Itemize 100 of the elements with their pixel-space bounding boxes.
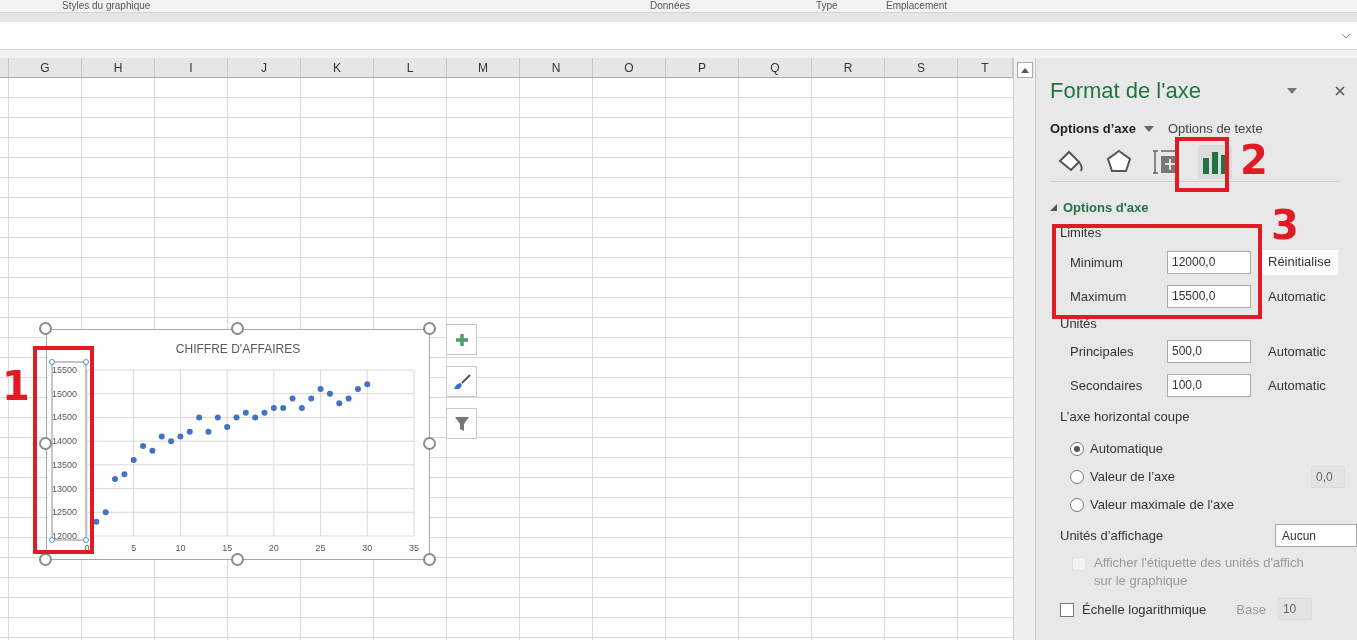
data-point xyxy=(205,428,212,435)
data-point xyxy=(345,395,352,402)
select-field[interactable]: Aucun xyxy=(1275,523,1357,547)
column-header[interactable]: S xyxy=(885,58,958,77)
selection-handle[interactable] xyxy=(49,537,55,543)
column-header[interactable]: K xyxy=(301,58,374,77)
axis-tick-label: 10 xyxy=(175,543,186,553)
data-point xyxy=(186,428,193,435)
pane-tab[interactable]: Options de texte xyxy=(1167,121,1263,136)
radio-button[interactable] xyxy=(1070,497,1084,512)
axis-tick-label: 20 xyxy=(268,543,279,553)
ribbon-group-label: Données xyxy=(650,0,691,11)
data-point xyxy=(177,433,184,440)
radio-label: Automatique xyxy=(1090,441,1163,456)
auto-label: Automatic xyxy=(1268,377,1326,393)
data-point xyxy=(130,457,137,464)
chart-filter-button[interactable] xyxy=(446,408,477,439)
add-element-button[interactable] xyxy=(446,324,477,355)
number-field[interactable]: 100,0 xyxy=(1167,373,1251,397)
axis-tick-label: 25 xyxy=(315,543,326,553)
field-label: Secondaires xyxy=(1070,377,1144,393)
column-header[interactable]: N xyxy=(520,58,593,77)
field-label: Base xyxy=(1236,601,1266,617)
column-header[interactable]: R xyxy=(812,58,885,77)
data-point xyxy=(242,409,249,416)
data-point xyxy=(112,476,119,483)
field-label: Minimum xyxy=(1070,254,1124,270)
callout-number: 2 xyxy=(1240,140,1268,180)
group-label: Limites xyxy=(1060,225,1103,240)
column-header[interactable]: L xyxy=(374,58,447,77)
data-point xyxy=(354,385,361,392)
scroll-up-button[interactable] xyxy=(1016,62,1033,78)
radio-label: Valeur maximale de l'axe xyxy=(1090,497,1234,512)
data-point xyxy=(168,438,175,445)
column-header[interactable]: J xyxy=(228,58,301,77)
axis-tick-label: 13500 xyxy=(51,459,77,470)
ribbon-group-label: Type xyxy=(816,0,838,11)
column-header[interactable]: G xyxy=(9,58,82,77)
selection-handle[interactable] xyxy=(49,359,55,365)
data-point xyxy=(158,433,165,440)
radio-button[interactable] xyxy=(1070,469,1084,484)
column-header[interactable]: M xyxy=(447,58,520,77)
data-point xyxy=(233,414,240,421)
section-title: Options d'axe xyxy=(1063,200,1149,215)
data-point xyxy=(121,471,128,478)
caret-down-icon[interactable] xyxy=(1287,88,1297,94)
data-point xyxy=(93,518,100,525)
radio-button[interactable] xyxy=(1070,441,1084,456)
axis-tick-label: 15000 xyxy=(51,388,77,399)
number-field[interactable]: 0,0 xyxy=(1311,465,1345,488)
bar-chart-icon xyxy=(1202,149,1228,174)
group-label: Unités xyxy=(1060,316,1098,331)
group-label: L’axe horizontal coupe xyxy=(1060,409,1191,424)
paintbrush-icon xyxy=(452,373,471,390)
column-header[interactable]: I xyxy=(155,58,228,77)
resize-handle[interactable] xyxy=(423,553,436,566)
axis-tick-label: 14500 xyxy=(51,412,77,423)
data-point xyxy=(261,409,268,416)
data-point xyxy=(252,414,259,421)
triangle-up-icon xyxy=(1020,67,1029,73)
vertical-scrollbar[interactable] xyxy=(1013,58,1035,640)
checkbox-label: Afficher l'étiquette des unités d'affich sur le graphique xyxy=(1094,555,1304,588)
field-label: Principales xyxy=(1070,343,1135,359)
axis-tick-label: 12000 xyxy=(51,531,77,541)
pane-tab[interactable]: Options d’axe xyxy=(1050,121,1136,136)
auto-label: Automatic xyxy=(1268,343,1326,359)
caret-down-icon[interactable] xyxy=(1143,125,1154,132)
data-point xyxy=(224,423,231,430)
data-point xyxy=(308,395,315,402)
data-point xyxy=(280,404,287,411)
highlight-frame xyxy=(1175,137,1229,192)
resize-handle[interactable] xyxy=(423,322,436,335)
axis-tick-label: 30 xyxy=(362,543,373,553)
data-point xyxy=(140,442,147,449)
close-icon[interactable] xyxy=(1335,86,1345,96)
axis-tick-label: 15500 xyxy=(51,365,77,375)
column-header[interactable]: H xyxy=(82,58,155,77)
data-point xyxy=(270,404,277,411)
selection-handle[interactable] xyxy=(83,537,89,543)
axis-selection-frame[interactable] xyxy=(51,361,87,541)
chevron-down-icon[interactable] xyxy=(1341,32,1351,39)
chart-styles-button[interactable] xyxy=(446,366,477,397)
data-point xyxy=(149,447,156,454)
expand-triangle-icon xyxy=(1050,204,1057,211)
callout-number: 3 xyxy=(1271,205,1299,245)
filter-icon xyxy=(453,415,470,432)
reset-button[interactable]: Réinitialise xyxy=(1261,249,1338,275)
resize-handle[interactable] xyxy=(39,322,52,335)
column-header[interactable]: P xyxy=(666,58,739,77)
number-field[interactable]: 12000,0 xyxy=(1167,250,1251,274)
ribbon-group-label: Emplacement xyxy=(886,0,948,11)
column-header[interactable]: Q xyxy=(739,58,812,77)
data-point xyxy=(298,404,305,411)
number-field[interactable]: 500,0 xyxy=(1167,339,1251,363)
number-field[interactable]: 15500,0 xyxy=(1167,284,1251,308)
radio-label: Valeur de l’axe xyxy=(1090,469,1176,484)
selection-handle[interactable] xyxy=(83,359,89,365)
auto-label: Automatic xyxy=(1268,288,1326,304)
column-header[interactable]: O xyxy=(593,58,666,77)
axis-tick-label: 5 xyxy=(131,543,137,553)
